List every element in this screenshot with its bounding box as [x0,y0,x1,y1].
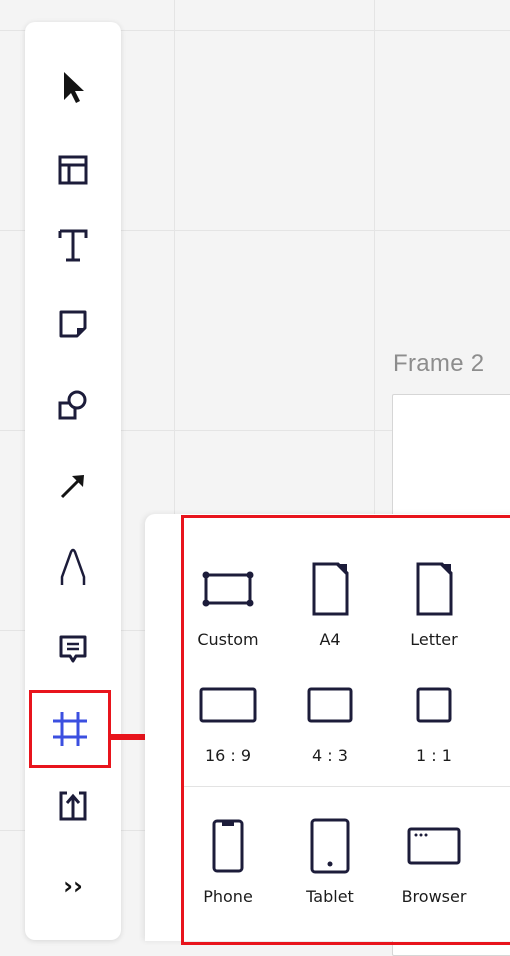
select-tool-button[interactable] [51,65,95,109]
frame-tool-button[interactable] [29,690,111,768]
annotation-arrow-shaft [110,734,150,740]
comment-icon [58,634,88,666]
more-tools-button[interactable]: ›› [51,864,95,908]
text-icon [58,229,88,263]
upload-icon [57,789,89,823]
double-chevron-right-icon: ›› [63,872,83,900]
arrow-icon [58,471,88,501]
line-arrow-tool-button[interactable] [51,464,95,508]
shapes-icon [57,389,89,421]
sticky-note-tool-button[interactable] [51,302,95,346]
upload-tool-button[interactable] [51,784,95,828]
sticky-note-icon [58,309,88,339]
frame-icon [50,710,90,748]
left-toolbar: ›› [25,22,121,940]
comment-tool-button[interactable] [51,628,95,672]
text-tool-button[interactable] [51,224,95,268]
templates-tool-button[interactable] [51,148,95,192]
annotation-highlight-box [181,515,510,945]
pen-tool-button[interactable] [51,545,95,589]
layout-icon [58,155,88,185]
pen-icon [58,547,88,587]
shapes-tool-button[interactable] [51,383,95,427]
frame-title[interactable]: Frame 2 [393,350,484,378]
cursor-icon [60,70,86,104]
